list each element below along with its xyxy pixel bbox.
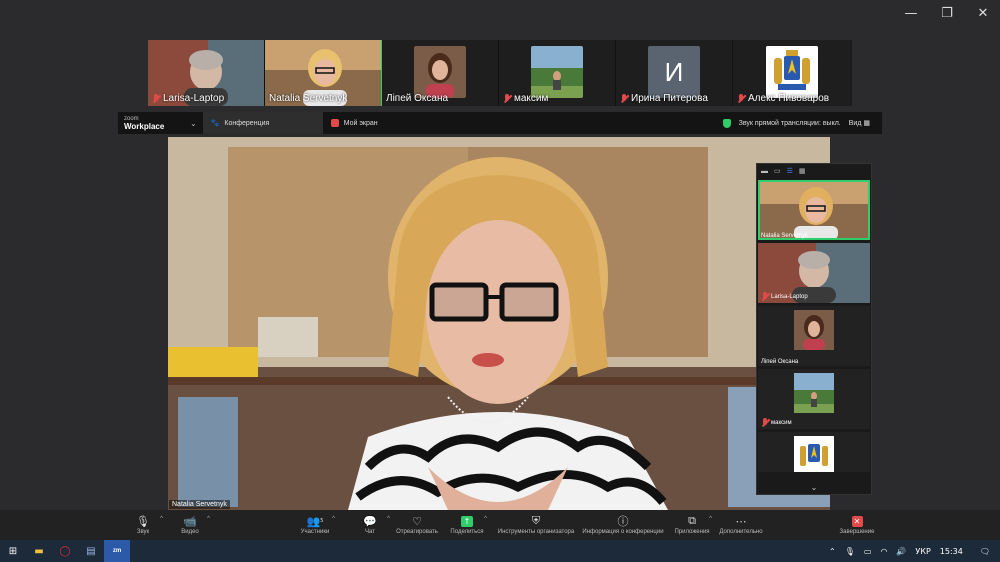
participant-avatar [414,46,466,98]
mic-muted-icon [761,292,769,302]
screen-share-icon [330,119,339,127]
paw-icon: 🐾 [210,120,220,127]
battery-icon[interactable]: ▭ [864,547,872,556]
meeting-controls: 🎙 Звук ^ 📹 Видео ^ 👥 5 Участники ^ 💬 Чат … [0,510,1000,540]
coat-of-arms-avatar [794,436,834,472]
participant-name: Larisa-Laptop [771,294,808,300]
opera-icon[interactable]: ◯ [52,540,78,562]
shield-icon [722,118,731,128]
end-meeting-button[interactable]: ✕ Завершение [827,513,887,535]
file-explorer-icon[interactable]: ▬ [26,540,52,562]
mic-muted-icon [737,93,745,104]
coat-of-arms-avatar [765,46,818,98]
gallery-tile-aleks[interactable] [758,432,870,472]
document-app-icon[interactable]: ▤ [78,540,104,562]
participant-name: Ирина Питерова [631,93,708,104]
participant-name: Лiпей Оксана [761,359,799,365]
active-speaker-video [168,137,830,510]
participant-tile-irina[interactable]: И Ирина Питерова [616,40,733,106]
minimize-panel-icon[interactable]: ▬ [761,168,768,175]
participant-avatar [794,373,834,413]
participant-tile-larisa[interactable]: Larisa-Laptop [148,40,265,106]
participant-avatar [531,46,583,98]
apps-icon: ⧉ [688,514,696,527]
speaker-icon[interactable]: 🔊 [896,547,906,556]
video-camera-icon: 📹 [183,514,197,528]
gallery-tile-maksim[interactable]: максим [758,369,870,429]
windows-taskbar: ⊞ ▬ ◯ ▤ zm ⌃ 🎙 ▭ ◠ 🔊 УКР 15:34 🗨 [0,540,1000,562]
chevron-down-icon[interactable]: ⌄ [190,119,197,128]
zoom-workplace-logo: zoom Workplace [124,116,165,131]
host-tools-button[interactable]: ⛨ Инструменты организатора [494,513,578,535]
gallery-tile-oksana[interactable]: Лiпей Оксана [758,306,870,366]
stream-audio-status[interactable]: Звук прямой трансляции: выкл. [739,120,841,127]
participant-strip: Larisa-Laptop Natalia Servetnyk Лiпей Ок… [148,40,852,106]
participant-tile-oksana[interactable]: Лiпей Оксана [382,40,499,106]
zoom-app-icon[interactable]: zm [104,540,130,562]
tab-my-screen[interactable]: Мой экран [323,112,386,134]
tab-conference[interactable]: 🐾 Конференция [202,112,323,134]
gallery-tile-natalia[interactable]: Natalia Servetnyk [758,180,870,240]
gallery-panel: ▬ ▭ ☰ ▦ Natalia Servetnyk Larisa-Laptop [756,163,872,495]
chevron-up-icon[interactable]: ⌃ [829,547,836,556]
speaker-name-label: Natalia Servetnyk [169,500,230,509]
mic-muted-icon [152,93,160,104]
participant-name: Natalia Servetnyk [761,233,809,239]
participant-name: Алекс Пивоваров [748,93,830,104]
mic-muted-icon [503,93,511,104]
share-screen-icon: ↑ [461,515,473,527]
shield-icon: ⛨ [531,514,541,527]
wifi-icon[interactable]: ◠ [880,547,887,556]
participant-tile-natalia[interactable]: Natalia Servetnyk [265,40,382,106]
meeting-tab-bar: zoom Workplace ⌄ 🐾 Конференция Мой экран… [118,112,882,134]
video-button[interactable]: 📹 Видео ^ [160,513,220,536]
participant-name: Natalia Servetnyk [269,93,348,104]
participant-tile-aleks[interactable]: Алекс Пивоваров [733,40,850,106]
more-button[interactable]: ⋯ Дополнительно [711,513,771,536]
caret-up-icon[interactable]: ^ [484,516,487,522]
windows-start-icon[interactable]: ⊞ [0,540,26,562]
participants-button[interactable]: 👥 5 Участники ^ [285,513,345,536]
language-indicator[interactable]: УКР [915,547,930,556]
info-icon: ⓘ [617,515,629,528]
close-button[interactable]: ✕ [976,6,990,21]
share-button[interactable]: ↑ Поделиться ^ [437,513,497,535]
strip-view-icon[interactable]: ☰ [787,167,793,175]
participant-name: Лiпей Оксана [386,93,449,104]
view-button[interactable]: Вид ▦ [849,119,870,127]
caret-up-icon[interactable]: ^ [207,516,210,522]
mic-muted-icon [620,93,628,104]
participant-initial-avatar: И [648,46,700,98]
participants-icon: 👥 5 [306,514,324,528]
caret-up-icon[interactable]: ^ [332,516,335,522]
clock[interactable]: 15:34 [940,547,963,556]
participant-tile-maksim[interactable]: максим [499,40,616,106]
restore-button[interactable]: ❐ [940,6,954,21]
close-icon: ✕ [851,515,863,527]
window-controls: — ❐ ✕ [904,6,990,21]
microphone-icon: 🎙 [136,514,150,528]
microphone-tray-icon[interactable]: 🎙 [845,547,855,556]
notifications-icon[interactable]: 🗨 [980,547,990,556]
participant-name: Larisa-Laptop [163,93,225,104]
speaker-view-icon[interactable]: ▭ [774,167,781,175]
more-icon: ⋯ [735,514,747,528]
participant-name: максим [771,420,792,426]
participant-name: максим [514,93,549,104]
gallery-view-icon[interactable]: ▦ [799,167,806,175]
participant-avatar [794,310,834,350]
chevron-down-icon[interactable]: ⌄ [811,483,818,492]
gallery-tile-larisa[interactable]: Larisa-Laptop [758,243,870,303]
chat-icon: 💬 [363,514,377,528]
minimize-button[interactable]: — [904,6,918,21]
meeting-info-button[interactable]: ⓘ Информация о конференции [580,513,666,535]
mic-muted-icon [761,418,769,428]
heart-icon: ♡ [412,514,422,528]
